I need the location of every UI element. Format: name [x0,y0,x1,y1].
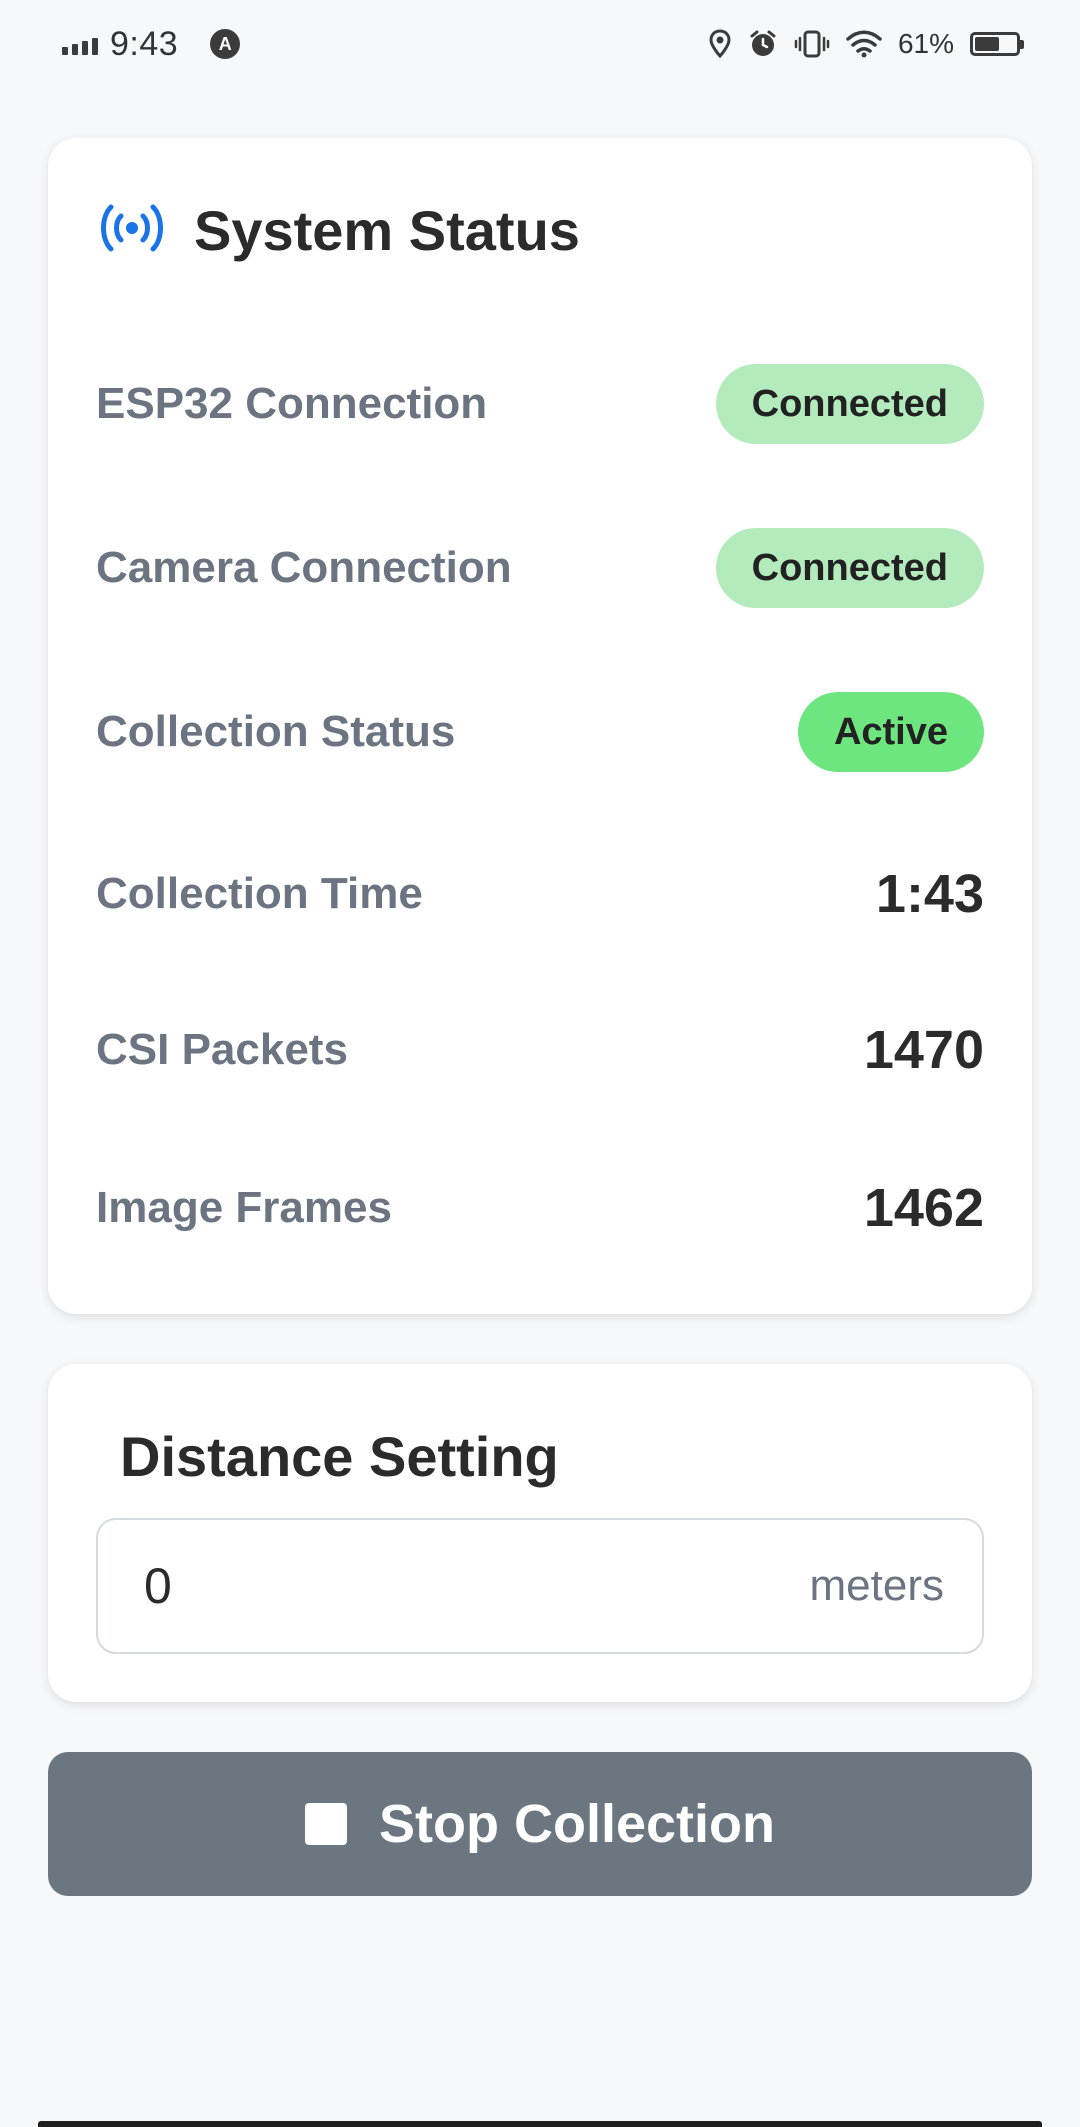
collection-time-value: 1:43 [875,864,984,924]
wireless-broadcast-icon [94,198,170,263]
alarm-icon [748,29,778,59]
csi-packets-row: CSI Packets 1470 [96,1010,984,1090]
distance-setting-card: Distance Setting meters [48,1364,1032,1702]
system-status-card: System Status ESP32 Connection Connected… [48,138,1032,1314]
row-label: Image Frames [96,1183,392,1232]
image-frames-value: 1462 [863,1178,984,1238]
status-time: 9:43 [110,24,179,63]
distance-setting-title: Distance Setting [120,1425,559,1488]
system-status-title: System Status [194,199,580,262]
csi-packets-value: 1470 [863,1020,984,1080]
camera-connection-row: Camera Connection Connected [96,528,984,608]
collection-status-row: Collection Status Active [96,692,984,772]
home-indicator [38,2121,1042,2127]
image-frames-row: Image Frames 1462 [96,1168,984,1248]
distance-input-box[interactable]: meters [96,1518,984,1654]
row-label: ESP32 Connection [96,379,488,428]
status-bar: 9:43 A 61% [0,0,1080,90]
row-label: CSI Packets [96,1025,348,1074]
row-label: Camera Connection [96,543,512,592]
signal-icon [62,33,98,55]
battery-icon [970,32,1024,56]
stop-collection-button[interactable]: Stop Collection [48,1752,1032,1896]
row-label: Collection Time [96,869,423,918]
collection-time-row: Collection Time 1:43 [96,854,984,934]
app-badge-icon: A [210,29,241,59]
wifi-icon [846,30,882,58]
stop-icon [305,1803,347,1845]
distance-input[interactable] [144,1520,744,1652]
distance-unit-label: meters [809,1561,944,1610]
vibrate-icon [794,29,830,59]
status-badge: Active [797,692,984,772]
battery-percent: 61% [897,28,954,59]
status-badge: Connected [715,528,984,608]
status-badge: Connected [715,364,984,444]
location-icon [708,29,732,59]
row-label: Collection Status [96,707,456,756]
stop-collection-label: Stop Collection [379,1794,775,1854]
esp32-connection-row: ESP32 Connection Connected [96,364,984,444]
